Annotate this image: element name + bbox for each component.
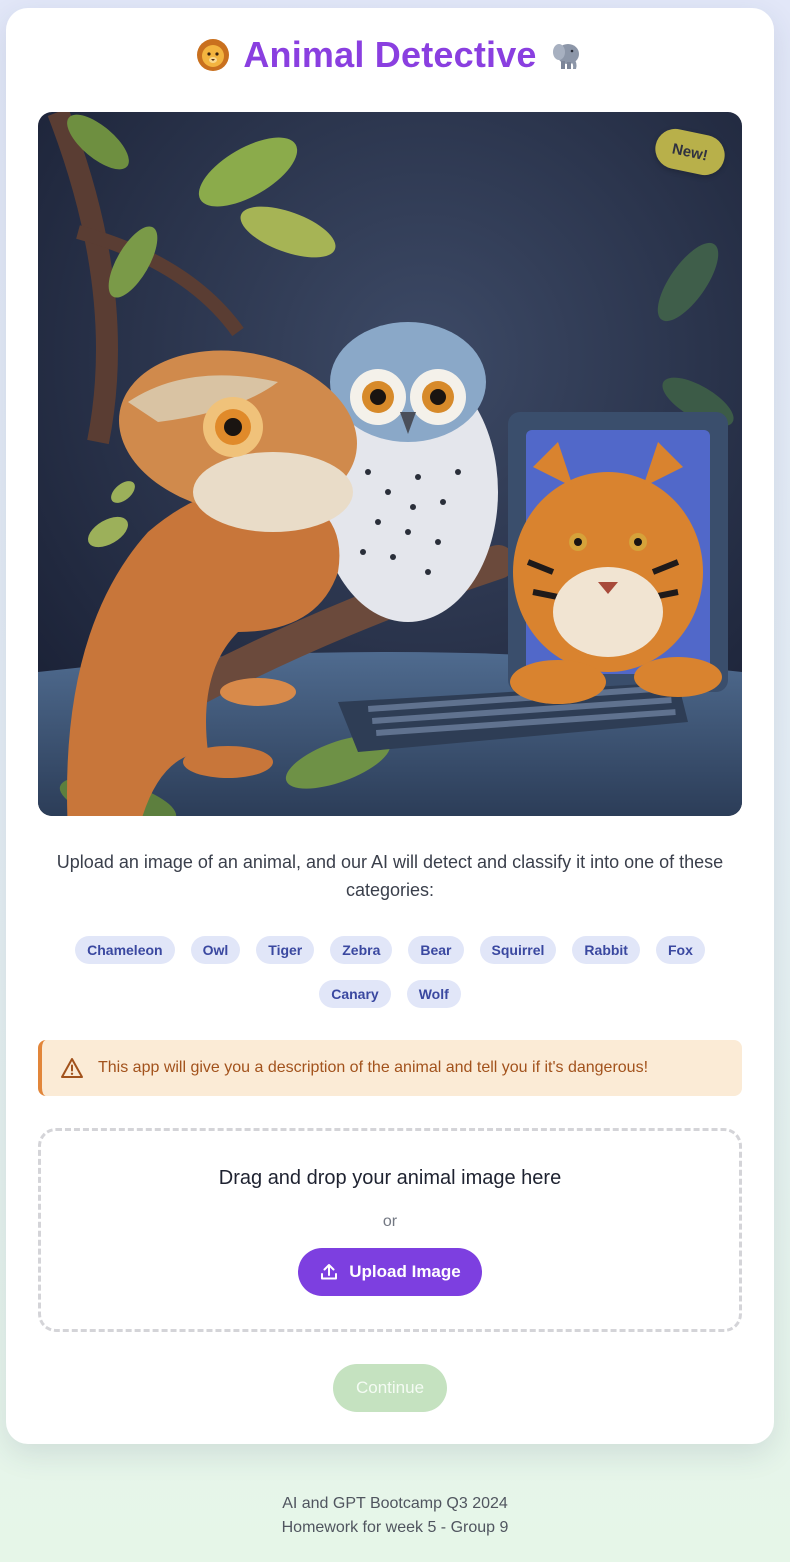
warning-alert: This app will give you a description of … <box>38 1040 742 1096</box>
category-chip: Bear <box>408 936 464 964</box>
upload-button-label: Upload Image <box>349 1262 461 1281</box>
footer-line-1: AI and GPT Bootcamp Q3 2024 <box>282 1495 508 1512</box>
footer-line-2: Homework for week 5 - Group 9 <box>281 1519 509 1536</box>
elephant-icon <box>552 44 579 69</box>
page-title: Animal Detective <box>6 34 774 76</box>
category-chip: Fox <box>655 936 705 964</box>
image-dropzone[interactable]: Drag and drop your animal image here or … <box>38 1128 742 1332</box>
upload-icon <box>321 1264 338 1280</box>
hero-image <box>38 112 742 816</box>
category-chip: Canary <box>319 980 391 1008</box>
category-chip: Zebra <box>330 936 393 964</box>
hero-illustration <box>38 112 742 816</box>
category-chip: Tiger <box>256 936 315 964</box>
title-text: Animal Detective <box>243 34 537 75</box>
dropzone-or: or <box>382 1213 398 1230</box>
footer: AI and GPT Bootcamp Q3 2024 Homework for… <box>0 1492 790 1540</box>
upload-image-button[interactable]: Upload Image <box>298 1248 482 1296</box>
category-list: Chameleon Owl Tiger Zebra Bear Squirrel … <box>56 936 724 1008</box>
category-chip: Owl <box>190 936 241 964</box>
warning-triangle-icon <box>61 1058 83 1078</box>
category-chip: Squirrel <box>479 936 557 964</box>
dropzone-title: Drag and drop your animal image here <box>218 1167 562 1189</box>
continue-button[interactable]: Continue <box>333 1364 447 1412</box>
category-chip: Rabbit <box>572 936 640 964</box>
alert-text: This app will give you a description of … <box>98 1059 649 1076</box>
main-card: Animal Detective New! Upload an image of… <box>6 8 774 1444</box>
category-chip: Chameleon <box>75 936 175 964</box>
lion-face-icon <box>197 39 230 71</box>
category-chip: Wolf <box>406 980 461 1008</box>
intro-text: Upload an image of an animal, and our AI… <box>56 852 724 900</box>
